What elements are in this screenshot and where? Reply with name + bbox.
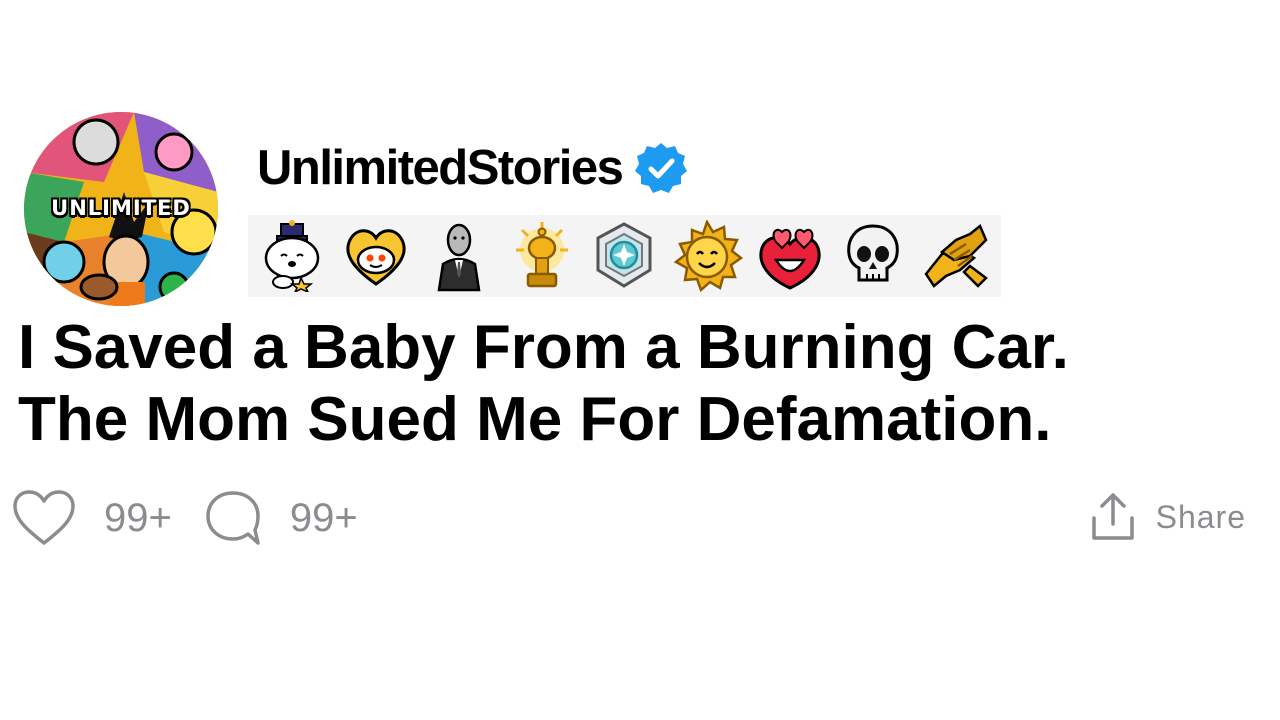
verified-badge-icon [635,143,688,193]
like-button[interactable]: 99+ [12,489,172,547]
wholesome-heart-award-icon[interactable] [340,220,412,292]
post-title: I Saved a Baby From a Burning Car. The M… [18,312,1258,456]
skull-award-icon[interactable] [837,220,909,292]
wholesome-seal-award-icon[interactable] [257,220,329,292]
like-count: 99+ [104,495,172,540]
comment-icon [206,491,260,545]
avatar-label: UNLIMITED [51,196,191,220]
author-row: UnlimitedStories [257,138,688,198]
gold-award-icon[interactable] [506,220,578,292]
heart-icon [13,490,75,545]
avatar[interactable]: UNLIMITED [24,112,218,306]
share-icon [1091,493,1134,540]
comment-button[interactable]: 99+ [204,489,358,547]
post-card: UNLIMITED UnlimitedStories I Saved a Bab… [0,0,1280,720]
share-button[interactable]: Share [1090,492,1246,542]
username[interactable]: UnlimitedStories [257,140,624,196]
platinum-award-icon[interactable] [588,220,660,292]
helpful-sun-award-icon[interactable] [671,220,744,292]
heartwarming-award-icon[interactable] [754,220,826,292]
post-title-line-1: I Saved a Baby From a Burning Car. [18,313,1069,382]
post-title-line-2: The Mom Sued Me For Defamation. [18,385,1052,454]
comment-count: 99+ [289,495,358,540]
post-actions: 99+ 99+ [12,488,358,548]
stonks-businessman-award-icon[interactable] [423,220,495,292]
share-label: Share [1155,498,1246,535]
bro-handshake-award-icon[interactable] [920,220,992,292]
awards-bar [248,215,1001,297]
